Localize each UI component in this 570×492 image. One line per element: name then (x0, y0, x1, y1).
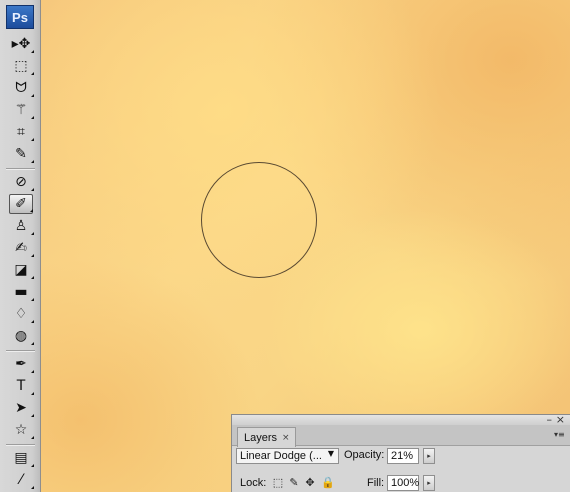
lock-all-icon[interactable]: 🔒 (321, 476, 335, 489)
eyedropper-sample-tool-icon[interactable]: ⁄ (9, 470, 34, 490)
toolbox-divider (6, 350, 35, 352)
tool-flyout-indicator (31, 94, 34, 97)
fill-label: Fill: (367, 477, 385, 489)
marquee-tool-icon[interactable]: ⬚ (9, 56, 34, 76)
chevron-down-icon: ▼ (327, 449, 334, 458)
tool-flyout-indicator (31, 50, 34, 53)
brush-cursor-icon (201, 162, 317, 278)
lock-position-icon[interactable]: ✥ (304, 476, 316, 489)
opacity-field[interactable]: 21% (387, 448, 419, 464)
magic-wand-tool-icon[interactable]: ⚚ (9, 100, 34, 120)
shape-tool-icon[interactable]: ☆ (9, 420, 34, 440)
toolbox-divider (6, 168, 35, 170)
tool-flyout-indicator (31, 342, 34, 345)
tool-flyout-indicator (31, 486, 34, 489)
toolbox-divider (6, 444, 35, 446)
gradient-tool-icon[interactable]: ▬ (9, 282, 34, 302)
tool-flyout-indicator (30, 209, 33, 212)
healing-brush-tool-icon[interactable]: ⊘ (9, 172, 34, 192)
panel-titlebar[interactable]: – × (232, 413, 570, 426)
eyedropper-tool-icon[interactable]: ✎ (9, 144, 34, 164)
tool-flyout-indicator (31, 436, 34, 439)
tool-flyout-indicator (31, 414, 34, 417)
tool-flyout-indicator (31, 392, 34, 395)
tool-flyout-indicator (31, 320, 34, 323)
path-selection-tool-icon[interactable]: ➤ (9, 398, 34, 418)
dodge-tool-icon[interactable]: ◍ (9, 326, 34, 346)
blend-mode-select[interactable]: Linear Dodge (... ▼ (236, 448, 339, 464)
tool-flyout-indicator (31, 138, 34, 141)
tool-flyout-indicator (31, 72, 34, 75)
lock-label: Lock: (240, 477, 267, 489)
tool-flyout-indicator (31, 254, 34, 257)
toolbox: Ps ▸✥ ⬚ ᗢ ⚚ ⌗ ✎ ⊘ ✐ ♙ ✍ ◪ ▬ ♢ ◍ ✒ T ➤ ☆ ▤ ⁄ (0, 0, 41, 492)
eraser-tool-icon[interactable]: ◪ (9, 260, 34, 280)
pen-tool-icon[interactable]: ✒ (9, 354, 34, 374)
brush-tool-icon[interactable]: ✐ (9, 194, 33, 214)
layers-panel: – × Layers × ▾≡ Linear Dodge (... ▼ Opac… (231, 413, 570, 492)
opacity-slider-button[interactable]: ▸ (423, 448, 435, 464)
notes-tool-icon[interactable]: ▤ (9, 448, 34, 468)
tool-flyout-indicator (31, 464, 34, 467)
tool-flyout-indicator (31, 370, 34, 373)
tool-flyout-indicator (31, 116, 34, 119)
blur-tool-icon[interactable]: ♢ (9, 304, 34, 324)
move-tool-icon[interactable]: ▸✥ (9, 34, 34, 54)
tab-close-icon[interactable]: × (282, 433, 290, 443)
tab-layers-label: Layers (244, 431, 278, 444)
history-brush-tool-icon[interactable]: ✍ (9, 238, 34, 258)
type-tool-icon[interactable]: T (9, 376, 34, 396)
lasso-tool-icon[interactable]: ᗢ (9, 78, 34, 98)
tool-flyout-indicator (31, 276, 34, 279)
crop-tool-icon[interactable]: ⌗ (9, 122, 34, 142)
lock-transparent-icon[interactable]: ⬚ (272, 476, 284, 489)
fill-field[interactable]: 100% (387, 475, 419, 491)
clone-stamp-tool-icon[interactable]: ♙ (9, 216, 34, 236)
tool-flyout-indicator (31, 188, 34, 191)
photoshop-logo[interactable]: Ps (6, 5, 34, 29)
tool-flyout-indicator (31, 298, 34, 301)
panel-tab-bar: Layers × ▾≡ (232, 425, 570, 447)
tool-flyout-indicator (31, 160, 34, 163)
tool-flyout-indicator (31, 232, 34, 235)
fill-slider-button[interactable]: ▸ (423, 475, 435, 491)
tab-layers[interactable]: Layers × (237, 427, 296, 447)
lock-image-icon[interactable]: ✎ (288, 476, 300, 489)
blend-mode-value: Linear Dodge (... (240, 450, 322, 462)
opacity-label: Opacity: (344, 449, 385, 461)
panel-menu-icon[interactable]: ▾≡ (554, 430, 566, 440)
